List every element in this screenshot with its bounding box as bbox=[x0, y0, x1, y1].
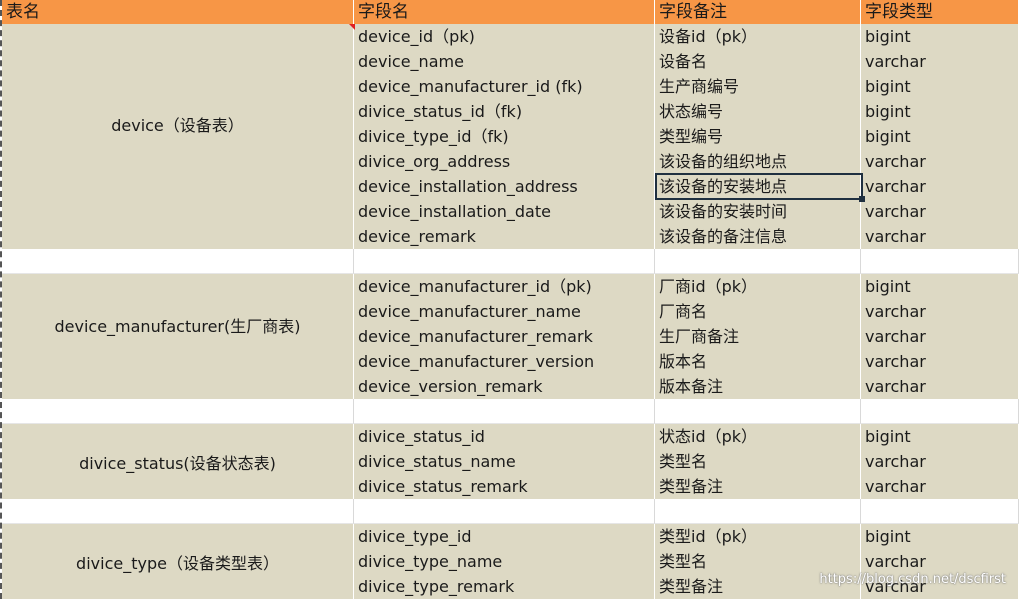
field-name-cell[interactable]: divice_type_id bbox=[354, 524, 655, 549]
field-name-cell[interactable]: device_manufacturer_version bbox=[354, 349, 655, 374]
field-remark-cell[interactable]: 该设备的安装地点 bbox=[655, 174, 861, 199]
field-name-cell[interactable]: divice_type_name bbox=[354, 549, 655, 574]
watermark: https://blog.csdn.net/dscfirst bbox=[819, 572, 1006, 587]
field-remark-cell[interactable]: 类型备注 bbox=[655, 474, 861, 499]
header-field-name[interactable]: 字段名 bbox=[354, 0, 655, 24]
schema-table-grid: 表名 字段名 字段备注 字段类型 device（设备表） device_id（pk… bbox=[2, 0, 1019, 599]
field-remark-cell[interactable]: 版本备注 bbox=[655, 374, 861, 399]
table-name-cell[interactable]: device_manufacturer(生厂商表) bbox=[2, 274, 354, 399]
field-name-cell[interactable]: device_remark bbox=[354, 224, 655, 249]
field-name-cell[interactable]: divice_status_remark bbox=[354, 474, 655, 499]
field-type-cell[interactable]: varchar bbox=[861, 49, 1019, 74]
field-type-cell[interactable]: varchar bbox=[861, 224, 1019, 249]
field-name-cell[interactable]: device_manufacturer_remark bbox=[354, 324, 655, 349]
table-name-label: divice_type（设备类型表） bbox=[76, 553, 279, 573]
field-name-cell[interactable]: divice_type_remark bbox=[354, 574, 655, 599]
field-type-cell[interactable]: bigint bbox=[861, 24, 1019, 49]
field-remark-cell[interactable]: 该设备的组织地点 bbox=[655, 149, 861, 174]
field-name-cell[interactable]: device_manufacturer_name bbox=[354, 299, 655, 324]
field-type-cell[interactable]: varchar bbox=[861, 299, 1019, 324]
table-name-label: device（设备表） bbox=[111, 115, 244, 135]
field-name-cell[interactable]: divice_status_id（fk) bbox=[354, 99, 655, 124]
field-remark-cell[interactable]: 类型名 bbox=[655, 449, 861, 474]
field-type-cell[interactable]: bigint bbox=[861, 424, 1019, 449]
empty-spacer-cell[interactable] bbox=[861, 399, 1019, 424]
field-type-cell[interactable]: varchar bbox=[861, 199, 1019, 224]
field-name-cell[interactable]: divice_status_name bbox=[354, 449, 655, 474]
field-type-cell[interactable]: varchar bbox=[861, 324, 1019, 349]
header-field-type[interactable]: 字段类型 bbox=[861, 0, 1019, 24]
field-name-cell[interactable]: device_installation_date bbox=[354, 199, 655, 224]
field-name-cell[interactable]: device_manufacturer_id（pk) bbox=[354, 274, 655, 299]
field-remark-cell[interactable]: 厂商名 bbox=[655, 299, 861, 324]
field-name-cell[interactable]: divice_status_id bbox=[354, 424, 655, 449]
field-name-cell[interactable]: divice_org_address bbox=[354, 149, 655, 174]
field-remark-cell[interactable]: 生产商编号 bbox=[655, 74, 861, 99]
field-type-cell[interactable]: varchar bbox=[861, 149, 1019, 174]
field-name-cell[interactable]: device_installation_address bbox=[354, 174, 655, 199]
spreadsheet-sheet: 表名 字段名 字段备注 字段类型 device（设备表） device_id（pk… bbox=[0, 0, 1019, 599]
empty-spacer-cell[interactable] bbox=[354, 399, 655, 424]
field-type-cell[interactable]: varchar bbox=[861, 374, 1019, 399]
field-type-cell[interactable]: bigint bbox=[861, 524, 1019, 549]
empty-spacer-cell[interactable] bbox=[655, 499, 861, 524]
field-remark-cell[interactable]: 厂商id（pk） bbox=[655, 274, 861, 299]
field-name-cell[interactable]: device_id（pk) bbox=[354, 24, 655, 49]
table-name-cell[interactable]: device（设备表） bbox=[2, 24, 354, 249]
field-type-cell[interactable]: bigint bbox=[861, 274, 1019, 299]
field-type-cell[interactable]: bigint bbox=[861, 99, 1019, 124]
field-remark-cell[interactable]: 生厂商备注 bbox=[655, 324, 861, 349]
field-type-cell[interactable]: varchar bbox=[861, 349, 1019, 374]
field-name-cell[interactable]: device_manufacturer_id (fk) bbox=[354, 74, 655, 99]
field-type-cell[interactable]: bigint bbox=[861, 74, 1019, 99]
field-remark-cell[interactable]: 设备名 bbox=[655, 49, 861, 74]
empty-spacer-cell[interactable] bbox=[354, 499, 655, 524]
field-remark-cell[interactable]: 类型id（pk） bbox=[655, 524, 861, 549]
field-name-cell[interactable]: divice_type_id（fk) bbox=[354, 124, 655, 149]
field-name-cell[interactable]: device_version_remark bbox=[354, 374, 655, 399]
field-type-cell[interactable]: bigint bbox=[861, 124, 1019, 149]
empty-spacer-cell[interactable] bbox=[861, 249, 1019, 274]
empty-spacer-cell[interactable] bbox=[655, 249, 861, 274]
header-table-name[interactable]: 表名 bbox=[2, 0, 354, 24]
field-type-cell[interactable]: varchar bbox=[861, 549, 1019, 574]
empty-spacer-cell[interactable] bbox=[2, 399, 354, 424]
field-remark-cell[interactable]: 状态编号 bbox=[655, 99, 861, 124]
table-name-label: divice_status(设备状态表) bbox=[79, 453, 276, 473]
comment-marker-icon[interactable] bbox=[349, 24, 355, 30]
field-type-cell[interactable]: varchar bbox=[861, 474, 1019, 499]
field-remark-cell[interactable]: 该设备的安装时间 bbox=[655, 199, 861, 224]
empty-spacer-cell[interactable] bbox=[2, 499, 354, 524]
table-name-cell[interactable]: divice_status(设备状态表) bbox=[2, 424, 354, 499]
header-field-remark[interactable]: 字段备注 bbox=[655, 0, 861, 24]
field-type-cell[interactable]: varchar bbox=[861, 174, 1019, 199]
table-name-cell[interactable]: divice_type（设备类型表） bbox=[2, 524, 354, 599]
field-remark-cell[interactable]: 设备id（pk） bbox=[655, 24, 861, 49]
empty-spacer-cell[interactable] bbox=[354, 249, 655, 274]
field-remark-cell[interactable]: 状态id（pk） bbox=[655, 424, 861, 449]
empty-spacer-cell[interactable] bbox=[2, 249, 354, 274]
field-type-cell[interactable]: varchar bbox=[861, 449, 1019, 474]
field-remark-cell[interactable]: 类型编号 bbox=[655, 124, 861, 149]
field-remark-cell[interactable]: 类型名 bbox=[655, 549, 861, 574]
field-name-cell[interactable]: device_name bbox=[354, 49, 655, 74]
field-remark-cell[interactable]: 该设备的备注信息 bbox=[655, 224, 861, 249]
empty-spacer-cell[interactable] bbox=[861, 499, 1019, 524]
table-name-label: device_manufacturer(生厂商表) bbox=[54, 316, 301, 336]
field-remark-cell[interactable]: 版本名 bbox=[655, 349, 861, 374]
empty-spacer-cell[interactable] bbox=[655, 399, 861, 424]
